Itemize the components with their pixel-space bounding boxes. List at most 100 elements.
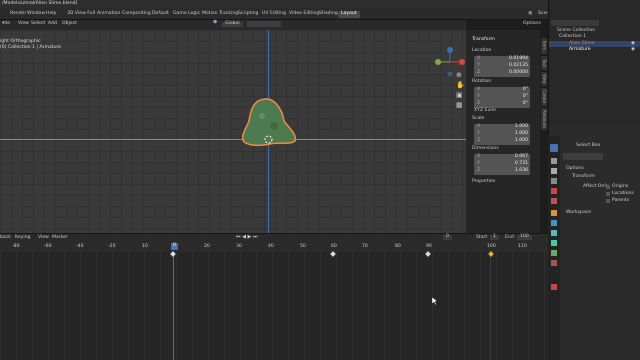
camera-icon[interactable]: ▣ xyxy=(456,92,463,99)
visibility-eye-icon[interactable]: ◉ xyxy=(631,41,635,47)
menu-window[interactable]: Window xyxy=(27,11,45,17)
workspace-tab-uv-editing[interactable]: UV Editing xyxy=(259,11,289,18)
timeline-ruler[interactable]: -80 -60 -40 -20 10 20 30 40 50 60 70 80 … xyxy=(0,242,548,252)
constraints-tab-icon[interactable] xyxy=(551,240,557,246)
location-label: Location xyxy=(472,48,492,53)
start-frame-field[interactable]: 1 xyxy=(490,234,499,240)
menu-view[interactable]: View xyxy=(38,235,49,241)
mouse-cursor-icon xyxy=(432,297,438,306)
pan-hand-icon[interactable]: ✋ xyxy=(456,82,465,89)
tab-relations[interactable]: Relations xyxy=(541,108,547,130)
keyframe[interactable] xyxy=(425,251,431,257)
outliner-item-armature[interactable]: Armature xyxy=(569,47,591,53)
menu-select[interactable]: Select xyxy=(31,21,45,27)
output-tab-icon[interactable] xyxy=(551,168,557,174)
scene-icon[interactable]: ▣ xyxy=(528,11,532,17)
timeline-header: back Keying View Marker ⏮ ◀ ▶ ⏭ 0 Start … xyxy=(0,233,548,242)
workspace-tab-default[interactable]: Default xyxy=(149,11,172,18)
tab-item[interactable]: Item xyxy=(541,38,547,54)
workspace-tab-layout[interactable]: Layout xyxy=(338,11,360,18)
ruler-tick: 80 xyxy=(395,244,401,249)
ruler-tick: 30 xyxy=(236,244,242,249)
end-frame-field[interactable]: 100 xyxy=(517,234,532,240)
zoom-icon[interactable]: ⊕ xyxy=(456,72,462,79)
location-z-field[interactable]: Z 0.00000 xyxy=(474,70,530,77)
dimensions-y-field[interactable]: Y 0.731 xyxy=(474,161,530,168)
outliner-item-alien-slime[interactable]: Alien Slime xyxy=(569,41,595,47)
outliner-root[interactable]: Scene Collection xyxy=(557,28,595,34)
world-tab-icon[interactable] xyxy=(551,198,557,204)
menu-keying[interactable]: Keying xyxy=(15,235,30,241)
current-frame-field[interactable]: 0 xyxy=(443,234,452,240)
rotation-z-field[interactable]: Z 0° xyxy=(474,101,530,108)
origins-checkbox[interactable] xyxy=(606,185,610,189)
transform-orientation-dropdown[interactable]: Global xyxy=(222,21,243,27)
outliner-search[interactable] xyxy=(551,20,599,26)
menu-help[interactable]: Help xyxy=(46,11,56,17)
properties-section-header[interactable]: Properties xyxy=(472,179,495,185)
workspace-tab-shading[interactable]: Shading xyxy=(316,11,341,18)
window-title: /Models/ulmal/Alien Slime.blend] xyxy=(2,1,78,6)
menu-render[interactable]: Render xyxy=(10,11,26,17)
orientation-icon[interactable]: ⬢ xyxy=(213,20,217,26)
select-mode-buttons[interactable] xyxy=(563,153,603,160)
view-context: (0) Collection 1 | Armature xyxy=(0,45,62,50)
menu-playback[interactable]: back xyxy=(0,235,11,241)
tab-view[interactable]: View xyxy=(541,72,547,86)
material-tab-icon[interactable] xyxy=(551,260,557,266)
3d-viewport[interactable]: ight Orthographic (0) Collection 1 | Arm… xyxy=(0,30,466,233)
texture-tab-icon[interactable] xyxy=(551,284,557,290)
viewport-header: ▾de View Select Add Object ⬢ Global Opti… xyxy=(0,20,541,30)
rotation-y-field[interactable]: Y 0° xyxy=(474,94,530,101)
scene-tab-icon[interactable] xyxy=(551,188,557,194)
dimensions-z-field[interactable]: Z 1.036 xyxy=(474,168,530,175)
rotation-mode-dropdown[interactable]: XYZ Euler xyxy=(474,108,496,114)
end-frame-line xyxy=(490,252,491,360)
physics-tab-icon[interactable] xyxy=(551,230,557,236)
menu-view[interactable]: View xyxy=(18,21,29,27)
menu-add[interactable]: Add xyxy=(48,21,57,27)
location-x-field[interactable]: X 0.01994 xyxy=(474,56,530,63)
playhead-line[interactable] xyxy=(173,252,174,360)
data-tab-icon[interactable] xyxy=(551,250,557,256)
location-y-field[interactable]: Y 0.02135 xyxy=(474,63,530,70)
active-tool-name: Select Box xyxy=(576,143,601,148)
tab-create[interactable]: Create xyxy=(541,88,547,106)
outliner-item-collection[interactable]: Collection 1 xyxy=(559,34,586,40)
options-panel-header[interactable]: Options xyxy=(566,166,584,172)
scale-z-field[interactable]: Z 1.000 xyxy=(474,138,530,145)
ruler-tick: -60 xyxy=(44,244,52,249)
locations-checkbox[interactable] xyxy=(606,192,610,196)
tool-tab-icon[interactable] xyxy=(550,144,558,152)
view-layer-tab-icon[interactable] xyxy=(551,178,557,184)
snap-options[interactable] xyxy=(247,21,281,27)
rotation-x-field[interactable]: X 0° xyxy=(474,87,530,94)
visibility-eye-icon[interactable]: ◉ xyxy=(631,47,635,53)
workspace-panel-header[interactable]: Workspace xyxy=(566,210,591,216)
transform-section-header[interactable]: Transform xyxy=(472,37,495,43)
menu-marker[interactable]: Marker xyxy=(52,235,68,241)
keyframe[interactable] xyxy=(170,251,176,257)
ruler-tick: 50 xyxy=(300,244,306,249)
modifier-tab-icon[interactable] xyxy=(551,220,557,226)
mode-selector[interactable]: ▾de xyxy=(2,21,10,27)
scale-x-field[interactable]: X 1.000 xyxy=(474,124,530,131)
options-dropdown[interactable]: Options xyxy=(523,21,541,27)
playhead-frame-indicator[interactable]: 0 xyxy=(171,243,178,250)
timeline-keyframe-area[interactable] xyxy=(0,251,548,360)
render-tab-icon[interactable] xyxy=(551,158,557,164)
ruler-tick: -20 xyxy=(108,244,116,249)
tab-tool[interactable]: Tool xyxy=(541,56,547,70)
dimensions-x-field[interactable]: X 0.067 xyxy=(474,154,530,161)
object-tab-icon[interactable] xyxy=(551,210,557,216)
scale-y-field[interactable]: Y 1.000 xyxy=(474,131,530,138)
playback-controls[interactable]: ⏮ ◀ ▶ ⏭ xyxy=(236,235,257,240)
perspective-grid-icon[interactable]: ▦ xyxy=(456,102,463,109)
ruler-tick: 60 xyxy=(331,244,337,249)
ruler-tick: 90 xyxy=(426,244,432,249)
transform-subpanel-header[interactable]: Transform xyxy=(572,174,595,180)
menu-object[interactable]: Object xyxy=(62,21,77,27)
parents-checkbox[interactable] xyxy=(606,199,610,203)
workspace-tab-scripting[interactable]: Scripting xyxy=(235,11,261,18)
keyframe[interactable] xyxy=(330,251,336,257)
